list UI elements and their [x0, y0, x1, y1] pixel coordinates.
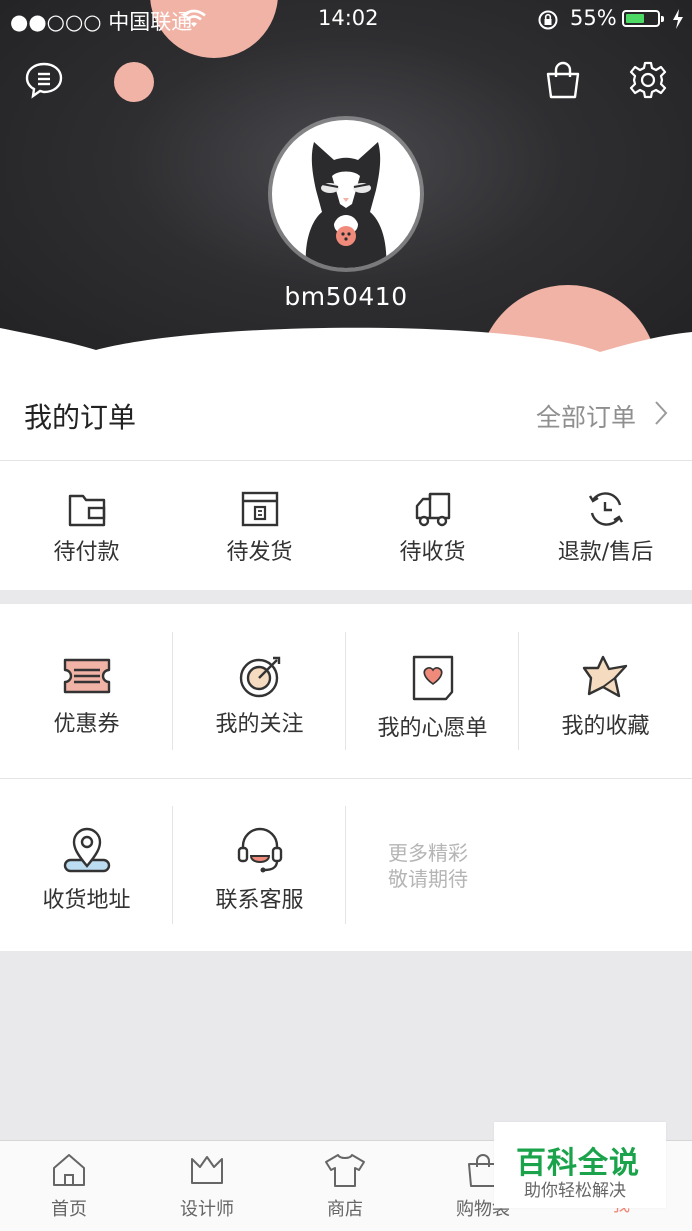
coming-soon-text: 更多精彩 敬请期待 — [388, 840, 468, 892]
cat-avatar-icon — [305, 142, 387, 268]
coupon-icon — [63, 658, 110, 694]
chevron-right-icon[interactable] — [654, 400, 668, 426]
following-entry[interactable]: 我的关注 — [173, 654, 346, 774]
tab-label: 设计师 — [180, 1199, 234, 1220]
all-orders-link[interactable]: 全部订单 — [536, 398, 636, 434]
tab-label: 商店 — [327, 1199, 363, 1220]
orders-title: 我的订单 — [24, 401, 137, 434]
service-label: 收货地址 — [42, 888, 131, 913]
wifi-icon — [182, 9, 206, 27]
message-icon[interactable] — [24, 60, 64, 100]
order-pending-receipt[interactable]: 待收货 — [346, 490, 519, 566]
order-pending-payment[interactable]: 待付款 — [0, 490, 173, 566]
refund-icon — [588, 492, 623, 526]
battery-icon — [622, 10, 664, 27]
rotation-lock-icon — [538, 10, 558, 30]
customer-service-entry[interactable]: 联系客服 — [173, 826, 346, 946]
carrier-label: ●●○○○ 中国联通 — [10, 10, 193, 34]
order-item-label: 待收货 — [399, 540, 466, 565]
tab-home[interactable]: 首页 — [0, 1151, 138, 1221]
location-icon — [63, 827, 110, 873]
order-item-label: 退款/售后 — [557, 540, 654, 565]
divider — [0, 460, 692, 461]
order-pending-shipment[interactable]: 待发货 — [173, 490, 346, 566]
service-label: 联系客服 — [215, 888, 304, 913]
service-label: 我的心愿单 — [377, 716, 488, 741]
address-entry[interactable]: 收货地址 — [0, 826, 173, 946]
avatar[interactable] — [272, 120, 420, 268]
profile-header: ●●○○○ 中国联通 14:02 55% bm50410 — [0, 0, 692, 360]
truck-icon — [415, 492, 450, 527]
coupon-entry[interactable]: 优惠券 — [0, 654, 173, 774]
tshirt-icon — [325, 1154, 365, 1187]
decor-bubble — [114, 62, 154, 102]
order-item-label: 待付款 — [53, 540, 120, 565]
time-label: 14:02 — [318, 6, 379, 30]
header-wave — [0, 327, 692, 360]
watermark-logo: 百科全说 助你轻松解决 — [494, 1122, 666, 1208]
package-icon — [241, 491, 278, 527]
wishlist-entry[interactable]: 我的心愿单 — [346, 654, 519, 774]
wallet-icon — [68, 494, 105, 527]
charging-icon — [673, 9, 683, 29]
services-grid: 优惠券 我的关注 我的心愿单 我的收藏 收货地址 联系客服 更多精彩 敬请期待 — [0, 604, 692, 951]
coming-soon-line: 更多精彩 — [388, 841, 468, 865]
target-icon — [239, 656, 280, 698]
headset-icon — [237, 827, 282, 873]
watermark-subtitle: 助你轻松解决 — [524, 1181, 626, 1201]
status-bar: ●●○○○ 中国联通 14:02 55% — [0, 0, 692, 40]
orders-section: 我的订单 全部订单 待付款 待发货 待收货 退款/售后 — [0, 360, 692, 590]
tab-label: 首页 — [51, 1199, 87, 1220]
tab-designer[interactable]: 设计师 — [138, 1151, 276, 1221]
settings-icon[interactable] — [628, 60, 668, 100]
order-item-label: 待发货 — [226, 540, 293, 565]
service-label: 我的收藏 — [561, 714, 650, 739]
home-icon — [53, 1154, 85, 1186]
coming-soon-line: 敬请期待 — [388, 867, 468, 891]
crown-icon — [191, 1156, 223, 1184]
battery-percent: 55% — [570, 6, 617, 30]
shopping-bag-icon[interactable] — [544, 60, 582, 100]
order-refund[interactable]: 退款/售后 — [519, 490, 692, 566]
service-label: 我的关注 — [215, 712, 304, 737]
wishlist-icon — [412, 655, 453, 701]
username: bm50410 — [284, 282, 408, 311]
tab-store[interactable]: 商店 — [276, 1151, 414, 1221]
favorites-entry[interactable]: 我的收藏 — [519, 654, 692, 774]
divider — [0, 778, 692, 779]
service-label: 优惠券 — [53, 712, 120, 737]
star-icon — [582, 655, 627, 698]
